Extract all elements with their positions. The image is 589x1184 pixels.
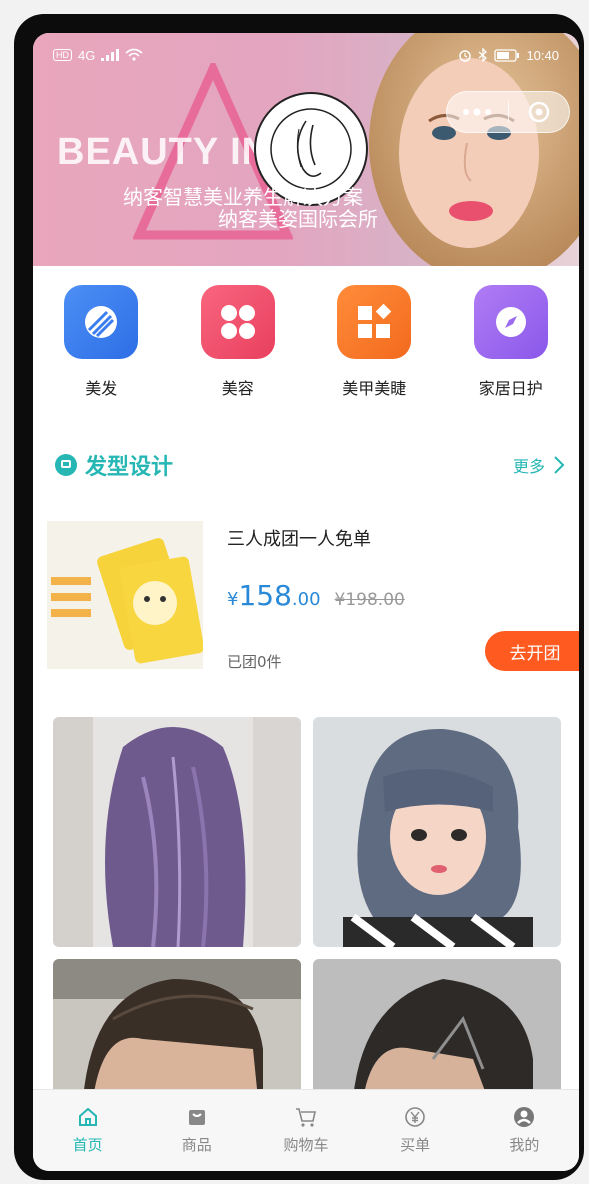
user-icon [514,1107,535,1127]
hairstyle-photo[interactable] [53,959,301,1099]
status-bar: HD 4G 10:40 [33,33,579,77]
section-title: 发型设计 [85,455,174,480]
tab-products[interactable]: 商品 [147,1106,247,1155]
tab-checkout[interactable]: 买单 [365,1106,465,1155]
category-nails-lashes[interactable]: 美甲美睫 [319,285,429,405]
category-beauty[interactable]: 美容 [183,285,293,405]
signal-icon [101,49,120,61]
product-name: 三人成团一人免单 [227,529,371,550]
cart-icon [295,1108,316,1127]
start-group-button[interactable]: 去开团 [485,631,579,671]
mini-program-capsule [446,91,570,133]
home-icon [78,1107,97,1126]
original-price: ¥198.00 [334,590,405,610]
hairstyle-photo[interactable] [53,717,301,947]
price-block: ¥158.00 ¥198.00 [227,579,405,612]
target-circle-icon [528,101,549,123]
yen-icon [405,1107,425,1127]
category-nav: 美发 美容 美甲美睫 家居日护 [33,285,579,405]
tab-label: 我的 [509,1136,540,1154]
app-screen: BEAUTY IND 纳客智慧美业养生解决方案 纳客美姿国际会所 HD 4G 1… [33,33,579,1171]
more-label: 更多 [512,457,545,476]
category-home-care[interactable]: 家居日护 [456,285,566,405]
hair-tools-icon [64,285,139,359]
banner-subtitle-2: 纳客美姿国际会所 [218,207,378,231]
hd-badge: HD [53,49,72,61]
group-buy-product[interactable]: 三人成团一人免单 ¥158.00 ¥198.00 已团0件 去开团 [47,521,579,671]
more-menu-button[interactable] [447,92,508,132]
network-label: 4G [78,47,96,63]
tab-label: 商品 [181,1136,212,1154]
more-dots-icon [463,108,492,116]
hairstyle-photo[interactable] [313,717,561,947]
bag-icon [188,1110,205,1125]
battery-icon [494,48,520,62]
tiles-icon [337,285,412,359]
category-label: 美容 [221,379,254,398]
product-image[interactable] [47,521,203,669]
alarm-icon [459,50,472,62]
section-icon [55,454,77,476]
compass-icon [473,285,548,359]
tab-label: 首页 [72,1136,103,1154]
chevron-right-icon [554,456,565,474]
more-link[interactable]: 更多 [513,453,565,477]
clock-time: 10:40 [526,47,559,63]
bottom-tab-bar: 首页 商品 购物车 买单 我的 [33,1089,579,1171]
hairstyle-photo[interactable] [313,959,561,1099]
close-program-button[interactable] [509,92,570,132]
top-banner[interactable]: BEAUTY IND 纳客智慧美业养生解决方案 纳客美姿国际会所 HD 4G 1… [33,33,579,266]
current-price: ¥158.00 [227,579,321,612]
wifi-icon [125,48,143,61]
bluetooth-icon [479,48,488,62]
category-label: 美发 [85,379,118,398]
category-hair[interactable]: 美发 [46,285,156,405]
tab-label: 购物车 [283,1136,329,1154]
tab-profile[interactable]: 我的 [474,1106,574,1155]
category-label: 美甲美睫 [342,379,407,398]
tab-cart[interactable]: 购物车 [256,1106,356,1155]
tab-home[interactable]: 首页 [38,1106,138,1155]
section-header: 发型设计 更多 [55,447,565,483]
grid-four-icon [200,285,275,359]
sold-count: 已团0件 [227,653,282,671]
category-label: 家居日护 [478,379,543,398]
tab-label: 买单 [400,1136,431,1154]
